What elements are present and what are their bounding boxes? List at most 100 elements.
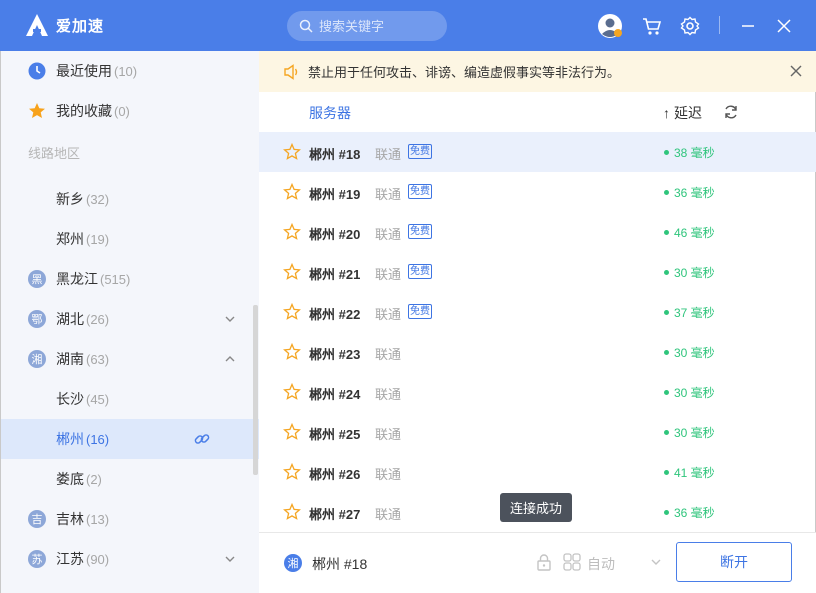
sidebar-item-count: (515) xyxy=(100,271,131,287)
sidebar-item-label: 我的收藏 xyxy=(56,103,112,119)
refresh-icon[interactable] xyxy=(723,104,739,120)
gear-icon xyxy=(680,16,700,36)
server-isp: 联通 xyxy=(375,307,402,322)
server-row[interactable]: 郴州 #18 联通 免费 38 毫秒 xyxy=(259,132,816,172)
sidebar-item-count: (13) xyxy=(86,511,110,527)
favorite-star-icon[interactable] xyxy=(283,263,301,281)
sidebar-item-hunan[interactable]: 湘 湖南 (63) xyxy=(1,339,259,379)
server-latency: 36 毫秒 xyxy=(674,186,715,200)
latency-dot xyxy=(664,230,669,235)
server-isp: 联通 xyxy=(375,147,402,162)
chevron-up-icon[interactable] xyxy=(223,352,237,366)
search-input[interactable] xyxy=(319,18,429,34)
app-name: 爱加速 xyxy=(56,17,105,35)
speaker-icon xyxy=(284,63,298,80)
sidebar-item-label: 新乡 xyxy=(56,191,84,207)
sidebar-item-heilongjiang[interactable]: 黑 黑龙江 (515) xyxy=(1,259,259,299)
title-bar: 爱加速 xyxy=(0,0,816,51)
chevron-down-icon[interactable] xyxy=(223,312,237,326)
sidebar-item-chenzhou[interactable]: 郴州 (16) xyxy=(1,419,259,459)
latency-dot xyxy=(664,470,669,475)
sidebar-item-count: (19) xyxy=(86,231,110,247)
province-badge: 湘 xyxy=(28,350,46,368)
column-delay-sort[interactable]: ↑ 延迟 xyxy=(663,103,702,123)
server-name: 郴州 #27 xyxy=(309,507,361,522)
latency-dot xyxy=(664,350,669,355)
server-isp: 联通 xyxy=(375,347,402,362)
sidebar-item-label: 长沙 xyxy=(56,391,84,407)
chevron-down-icon[interactable] xyxy=(223,552,237,566)
sidebar-item-label: 最近使用 xyxy=(56,63,112,79)
latency-dot xyxy=(664,310,669,315)
lock-icon[interactable] xyxy=(535,553,553,571)
user-avatar-button[interactable] xyxy=(597,13,623,39)
server-latency: 46 毫秒 xyxy=(674,226,715,240)
server-isp: 联通 xyxy=(375,187,402,202)
server-isp: 联通 xyxy=(375,267,402,282)
star-icon xyxy=(28,102,46,120)
server-name: 郴州 #22 xyxy=(309,307,361,322)
server-row[interactable]: 郴州 #22 联通 免费 37 毫秒 xyxy=(259,292,816,332)
sidebar-item-changsha[interactable]: 长沙 (45) xyxy=(1,379,259,419)
server-latency: 30 毫秒 xyxy=(674,386,715,400)
sidebar-item-count: (32) xyxy=(86,191,110,207)
sidebar-item-xinxiang[interactable]: 新乡 (32) xyxy=(1,179,259,219)
sidebar-item-jilin[interactable]: 吉 吉林 (13) xyxy=(1,499,259,539)
server-name: 郴州 #21 xyxy=(309,267,361,282)
free-badge: 免费 xyxy=(408,144,432,159)
sidebar-item-label: 黑龙江 xyxy=(56,271,98,287)
cart-button[interactable] xyxy=(639,13,665,39)
favorite-star-icon[interactable] xyxy=(283,183,301,201)
close-icon xyxy=(777,19,791,33)
province-badge: 湘 xyxy=(284,554,302,572)
app-logo-icon xyxy=(26,14,48,36)
free-badge: 免费 xyxy=(408,184,432,199)
server-row[interactable]: 郴州 #19 联通 免费 36 毫秒 xyxy=(259,172,816,212)
sidebar-item-loudi[interactable]: 娄底 (2) xyxy=(1,459,259,499)
server-row[interactable]: 郴州 #21 联通 免费 30 毫秒 xyxy=(259,252,816,292)
server-row[interactable]: 郴州 #26 联通 41 毫秒 xyxy=(259,452,816,492)
sidebar-item-hubei[interactable]: 鄂 湖北 (26) xyxy=(1,299,259,339)
favorite-star-icon[interactable] xyxy=(283,223,301,241)
server-name: 郴州 #26 xyxy=(309,467,361,482)
search-box[interactable] xyxy=(287,11,447,41)
sidebar-item-favorites[interactable]: 我的收藏 (0) xyxy=(1,91,259,131)
latency-dot xyxy=(664,150,669,155)
sidebar-item-count: (90) xyxy=(86,551,110,567)
sidebar-item-label: 郴州 xyxy=(56,431,84,447)
sidebar-item-count: (26) xyxy=(86,311,110,327)
sidebar-item-jiangsu[interactable]: 苏 江苏 (90) xyxy=(1,539,259,579)
sidebar-item-count: (10) xyxy=(114,63,138,79)
favorite-star-icon[interactable] xyxy=(283,423,301,441)
disconnect-button[interactable]: 断开 xyxy=(676,542,792,582)
close-window-button[interactable] xyxy=(771,13,797,39)
free-badge: 免费 xyxy=(408,304,432,319)
favorite-star-icon[interactable] xyxy=(283,303,301,321)
warning-banner: 禁止用于任何攻击、诽谤、编造虚假事实等非法行为。 xyxy=(259,51,816,92)
sidebar-item-count: (0) xyxy=(114,103,130,119)
toast-message: 连接成功 xyxy=(500,493,573,522)
chevron-down-icon[interactable] xyxy=(649,555,663,569)
favorite-star-icon[interactable] xyxy=(283,503,301,521)
server-row[interactable]: 郴州 #24 联通 30 毫秒 xyxy=(259,372,816,412)
close-icon[interactable] xyxy=(789,64,803,78)
minimize-button[interactable] xyxy=(735,13,761,39)
mode-select[interactable]: 自动 xyxy=(587,554,615,574)
sidebar-item-recent[interactable]: 最近使用 (10) xyxy=(1,51,259,91)
settings-button[interactable] xyxy=(677,13,703,39)
sidebar-item-zhengzhou[interactable]: 郑州 (19) xyxy=(1,219,259,259)
server-latency: 30 毫秒 xyxy=(674,346,715,360)
server-row[interactable]: 郴州 #20 联通 免费 46 毫秒 xyxy=(259,212,816,252)
server-isp: 联通 xyxy=(375,227,402,242)
favorite-star-icon[interactable] xyxy=(283,143,301,161)
server-row[interactable]: 郴州 #25 联通 30 毫秒 xyxy=(259,412,816,452)
column-server[interactable]: 服务器 xyxy=(309,103,351,123)
favorite-star-icon[interactable] xyxy=(283,343,301,361)
region-sidebar: 最近使用 (10) 我的收藏 (0) 线路地区 新乡 (32) 郑州 (19) … xyxy=(0,51,259,593)
warning-text: 禁止用于任何攻击、诽谤、编造虚假事实等非法行为。 xyxy=(308,65,621,80)
favorite-star-icon[interactable] xyxy=(283,383,301,401)
favorite-star-icon[interactable] xyxy=(283,463,301,481)
sidebar-scrollbar[interactable] xyxy=(253,305,258,475)
sidebar-item-label: 娄底 xyxy=(56,471,84,487)
server-row[interactable]: 郴州 #23 联通 30 毫秒 xyxy=(259,332,816,372)
